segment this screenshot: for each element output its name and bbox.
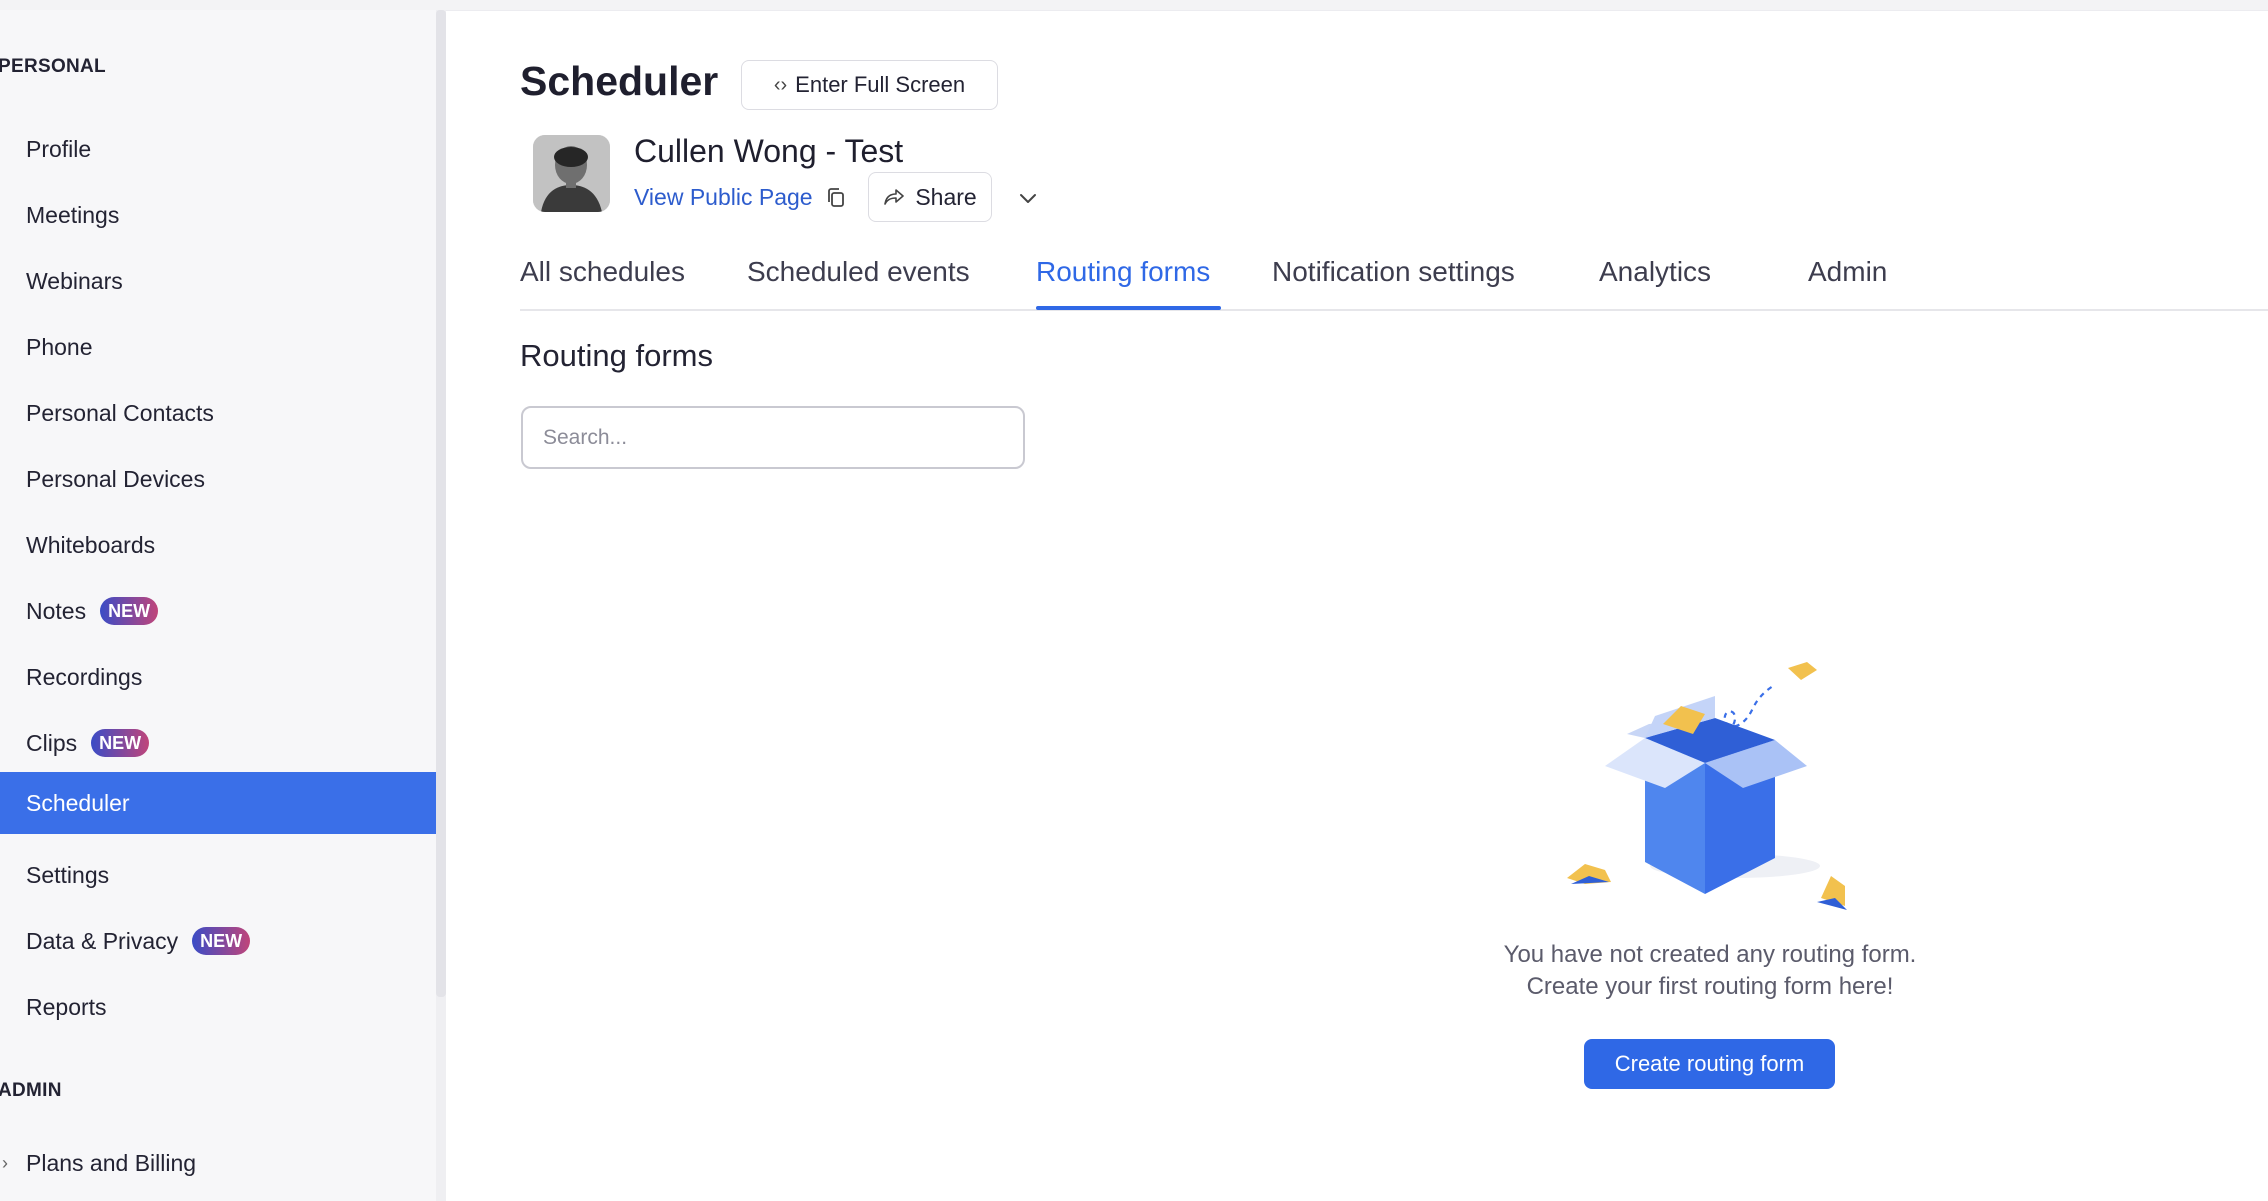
view-public-page-link[interactable]: View Public Page (634, 184, 813, 211)
sidebar-item-data-privacy[interactable]: Data & Privacy NEW (0, 910, 436, 972)
sidebar-item-label: Whiteboards (26, 531, 156, 558)
page-title: Scheduler (520, 58, 719, 104)
sidebar-item-profile[interactable]: Profile (0, 118, 436, 180)
sidebar-item-label: Settings (26, 861, 110, 888)
sidebar-item-settings[interactable]: Settings (0, 844, 436, 906)
sidebar-section-admin: ADMIN (0, 1080, 62, 1101)
chevron-down-icon[interactable] (1016, 186, 1040, 210)
sidebar-item-label: Personal Devices (26, 465, 205, 492)
sidebar-item-label: Reports (26, 993, 107, 1020)
share-label: Share (915, 183, 977, 210)
sidebar-item-webinars[interactable]: Webinars (0, 250, 436, 312)
sidebar-item-reports[interactable]: Reports (0, 976, 436, 1038)
active-tab-indicator (1036, 306, 1221, 310)
section-title: Routing forms (520, 338, 713, 373)
sidebar-item-label: Personal Contacts (26, 399, 214, 426)
empty-box-illustration (1567, 662, 1847, 910)
sidebar-item-label: Plans and Billing (26, 1149, 197, 1176)
tab-routing-forms[interactable]: Routing forms (1036, 256, 1210, 288)
sidebar: PERSONAL Profile Meetings Webinars Phone… (0, 10, 446, 1201)
sidebar-item-label: Clips (26, 729, 78, 756)
copy-icon[interactable] (824, 186, 848, 210)
sidebar-item-label: Meetings (26, 201, 120, 228)
sidebar-item-notes[interactable]: Notes NEW (0, 580, 436, 642)
sidebar-item-plans-billing[interactable]: › Plans and Billing (0, 1132, 436, 1194)
share-icon (884, 189, 905, 205)
user-name: Cullen Wong - Test (634, 133, 904, 169)
code-brackets-icon: ‹› (773, 73, 788, 96)
sidebar-item-meetings[interactable]: Meetings (0, 184, 436, 246)
sidebar-item-whiteboards[interactable]: Whiteboards (0, 514, 436, 576)
sidebar-item-clips[interactable]: Clips NEW (0, 712, 436, 774)
empty-state-message: You have not created any routing form. (1503, 941, 1917, 968)
tab-scheduled-events[interactable]: Scheduled events (747, 256, 970, 288)
sidebar-scrollbar[interactable] (436, 10, 446, 997)
create-routing-form-button[interactable]: Create routing form (1584, 1039, 1835, 1089)
sidebar-item-personal-devices[interactable]: Personal Devices (0, 448, 436, 510)
empty-state-hint: Create your first routing form here! (1526, 973, 1894, 1000)
new-badge: NEW (91, 729, 150, 757)
sidebar-item-label: Data & Privacy (26, 927, 179, 954)
sidebar-item-phone[interactable]: Phone (0, 316, 436, 378)
enter-full-screen-label: Enter Full Screen (795, 72, 966, 97)
tab-all-schedules[interactable]: All schedules (520, 256, 685, 288)
sidebar-item-label: Phone (26, 333, 93, 360)
sidebar-section-personal: PERSONAL (0, 56, 106, 77)
tab-notification-settings[interactable]: Notification settings (1272, 256, 1515, 288)
share-button[interactable]: Share (868, 172, 992, 222)
avatar (533, 135, 610, 212)
sidebar-item-label: Notes (26, 597, 87, 624)
chevron-right-icon[interactable]: › (2, 1153, 8, 1174)
sidebar-item-label: Profile (26, 135, 92, 162)
new-badge: NEW (100, 597, 159, 625)
sidebar-item-label: Recordings (26, 663, 143, 690)
sidebar-item-scheduler[interactable]: Scheduler (0, 772, 436, 834)
search-input[interactable] (521, 406, 1025, 469)
sidebar-item-label: Scheduler (26, 789, 130, 816)
tab-admin[interactable]: Admin (1808, 256, 1887, 288)
sidebar-item-label: Webinars (26, 267, 123, 294)
sidebar-item-recordings[interactable]: Recordings (0, 646, 436, 708)
tabs-divider (520, 309, 2268, 311)
enter-full-screen-button[interactable]: ‹› Enter Full Screen (741, 60, 998, 110)
tab-analytics[interactable]: Analytics (1599, 256, 1711, 288)
new-badge: NEW (192, 927, 251, 955)
sidebar-item-personal-contacts[interactable]: Personal Contacts (0, 382, 436, 444)
